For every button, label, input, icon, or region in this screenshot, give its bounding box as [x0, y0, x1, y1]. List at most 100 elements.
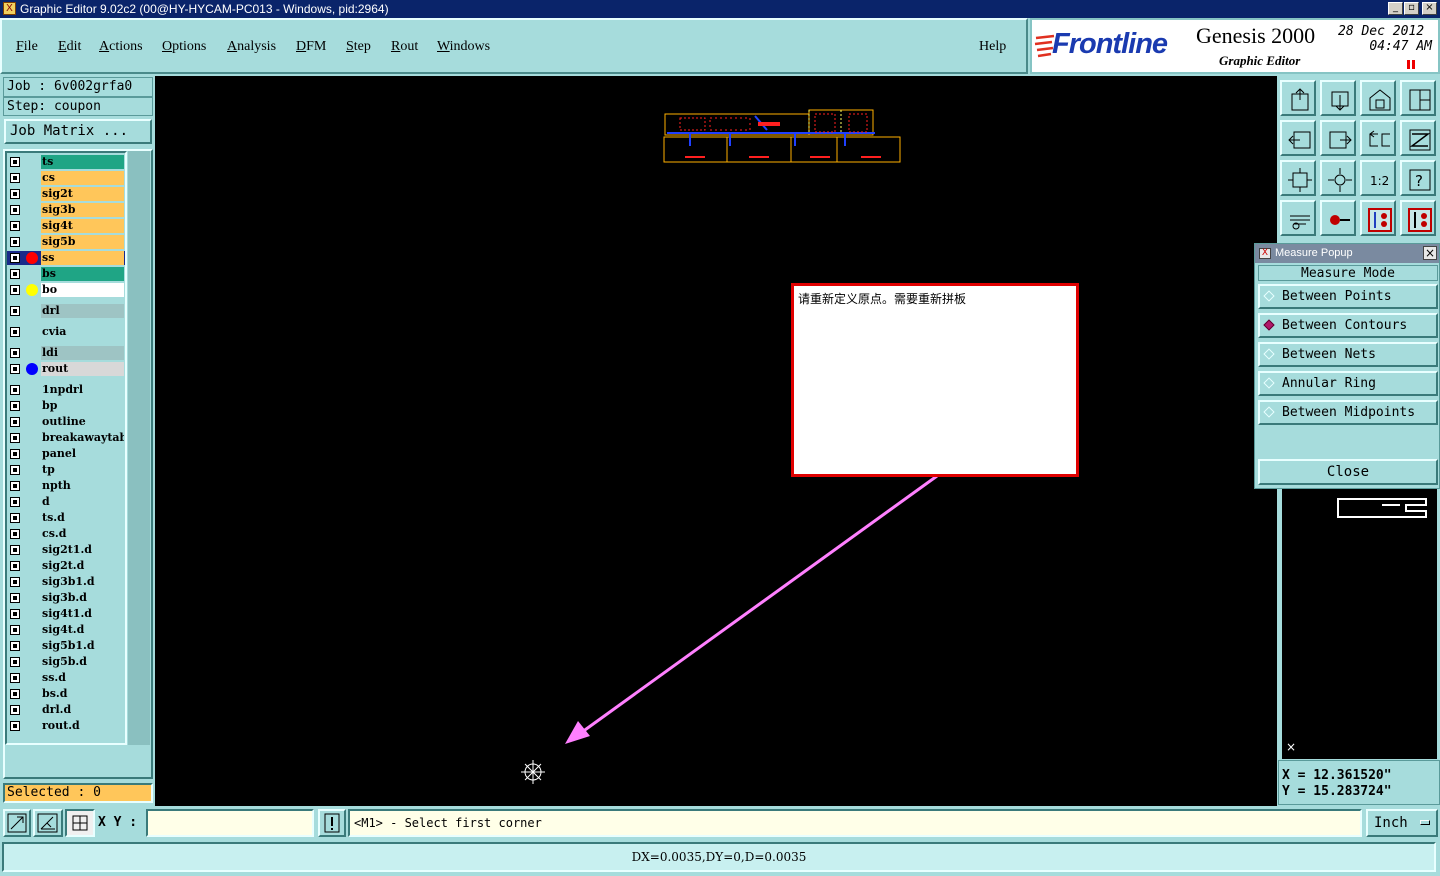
layer-checkbox[interactable]: [10, 364, 20, 374]
menu-windows[interactable]: Windows: [437, 39, 490, 55]
layer-row[interactable]: cs: [7, 171, 125, 185]
layer-checkbox[interactable]: [10, 721, 20, 731]
layer-checkbox[interactable]: [10, 481, 20, 491]
popup-close-icon[interactable]: ×: [1423, 246, 1437, 260]
layer-checkbox[interactable]: [10, 529, 20, 539]
menu-step[interactable]: Step: [346, 39, 371, 55]
menu-file[interactable]: File: [16, 39, 38, 55]
layer-checkbox[interactable]: [10, 401, 20, 411]
layer-name[interactable]: sig4t1.d: [41, 607, 124, 621]
layer-checkbox[interactable]: [10, 689, 20, 699]
layer-name[interactable]: tp: [41, 463, 124, 477]
layer-name[interactable]: sig5b: [41, 235, 124, 249]
home-view-icon[interactable]: [1360, 80, 1396, 116]
layer-row[interactable]: tp: [7, 463, 125, 477]
layer-name[interactable]: ss: [41, 251, 124, 265]
layer-row[interactable]: bp: [7, 399, 125, 413]
layer-checkbox[interactable]: [10, 545, 20, 555]
layer-checkbox[interactable]: [10, 237, 20, 247]
layer-name[interactable]: sig3b.d: [41, 591, 124, 605]
menu-actions[interactable]: Actions: [99, 39, 143, 55]
layer-checkbox[interactable]: [10, 173, 20, 183]
layer-checkbox[interactable]: [10, 306, 20, 316]
layer-name[interactable]: ts: [41, 155, 124, 169]
menu-options[interactable]: Options: [162, 39, 206, 55]
layer-name[interactable]: ldi: [41, 346, 124, 360]
layer-row[interactable]: cvia: [7, 325, 125, 339]
layer-checkbox[interactable]: [10, 253, 20, 263]
layer-row[interactable]: panel: [7, 447, 125, 461]
layer-name[interactable]: outline: [41, 415, 124, 429]
layer-name[interactable]: ss.d: [41, 671, 124, 685]
layer-name[interactable]: cvia: [41, 325, 124, 339]
menu-rout[interactable]: Rout: [391, 39, 418, 55]
measure-popup-titlebar[interactable]: X Measure Popup ×: [1255, 244, 1439, 263]
zoom-home-icon[interactable]: [1280, 80, 1316, 116]
layer-name[interactable]: bs.d: [41, 687, 124, 701]
close-window-button[interactable]: ×: [1422, 2, 1437, 15]
layer-list-scrollbar[interactable]: [128, 151, 150, 745]
menu-dfm[interactable]: DFM: [296, 39, 326, 55]
layer-checkbox[interactable]: [10, 465, 20, 475]
layer-checkbox[interactable]: [10, 497, 20, 507]
pan-swap-icon[interactable]: [1360, 120, 1396, 156]
layer-row[interactable]: d: [7, 495, 125, 509]
layer-name[interactable]: d: [41, 495, 124, 509]
zoom-right-icon[interactable]: [1320, 120, 1356, 156]
layer-row[interactable]: bo: [7, 283, 125, 297]
xy-input[interactable]: [146, 809, 314, 837]
layer-checkbox[interactable]: [10, 609, 20, 619]
layer-name[interactable]: drl.d: [41, 703, 124, 717]
menu-analysis[interactable]: Analysis: [227, 39, 276, 55]
layer-name[interactable]: sig3b1.d: [41, 575, 124, 589]
layer-name[interactable]: breakawaytab: [41, 431, 124, 445]
layer-row[interactable]: drl.d: [7, 703, 125, 717]
layer-checkbox[interactable]: [10, 189, 20, 199]
layer-row[interactable]: npth: [7, 479, 125, 493]
scale-1-2-icon[interactable]: 1:2: [1360, 160, 1396, 196]
net-highlight-icon[interactable]: [1360, 200, 1396, 236]
layer-name[interactable]: cs: [41, 171, 124, 185]
help-query-icon[interactable]: ?: [1400, 160, 1436, 196]
layer-name[interactable]: sig2t: [41, 187, 124, 201]
layer-name[interactable]: bp: [41, 399, 124, 413]
layer-row[interactable]: sig5b1.d: [7, 639, 125, 653]
layer-name[interactable]: sig2t.d: [41, 559, 124, 573]
layer-checkbox[interactable]: [10, 285, 20, 295]
layer-checkbox[interactable]: [10, 348, 20, 358]
measure-close-button[interactable]: Close: [1258, 459, 1438, 485]
layer-row[interactable]: sig4t.d: [7, 623, 125, 637]
menu-edit[interactable]: Edit: [58, 39, 81, 55]
layer-name[interactable]: sig4t: [41, 219, 124, 233]
layer-row[interactable]: bs.d: [7, 687, 125, 701]
alert-icon[interactable]: [318, 809, 346, 837]
layer-row[interactable]: bs: [7, 267, 125, 281]
graphic-canvas[interactable]: 请重新定义原点。需要重新拼板: [155, 76, 1277, 806]
zoom-back-icon[interactable]: [1320, 80, 1356, 116]
net-compare-icon[interactable]: [1400, 200, 1436, 236]
layer-name[interactable]: bs: [41, 267, 124, 281]
layer-row[interactable]: sig5b.d: [7, 655, 125, 669]
layer-row[interactable]: sig4t: [7, 219, 125, 233]
layer-checkbox[interactable]: [10, 205, 20, 215]
layer-row[interactable]: sig3b: [7, 203, 125, 217]
split-view-icon[interactable]: [1400, 80, 1436, 116]
layer-checkbox[interactable]: [10, 641, 20, 651]
layer-row[interactable]: rout.d: [7, 719, 125, 733]
measure-tool-icon[interactable]: [1280, 200, 1316, 236]
layer-name[interactable]: drl: [41, 304, 124, 318]
layer-name[interactable]: panel: [41, 447, 124, 461]
layer-row[interactable]: breakawaytab: [7, 431, 125, 445]
angle-mode-icon[interactable]: [33, 809, 63, 837]
zoom-left-icon[interactable]: [1280, 120, 1316, 156]
layer-checkbox[interactable]: [10, 385, 20, 395]
layer-name[interactable]: 1npdrl: [41, 383, 124, 397]
layer-row[interactable]: sig4t1.d: [7, 607, 125, 621]
layer-row[interactable]: sig3b.d: [7, 591, 125, 605]
layer-name[interactable]: ts.d: [41, 511, 124, 525]
snap-mode-icon[interactable]: [3, 809, 31, 837]
layer-row[interactable]: sig2t.d: [7, 559, 125, 573]
layer-checkbox[interactable]: [10, 269, 20, 279]
layer-checkbox[interactable]: [10, 705, 20, 715]
layer-row[interactable]: sig5b: [7, 235, 125, 249]
